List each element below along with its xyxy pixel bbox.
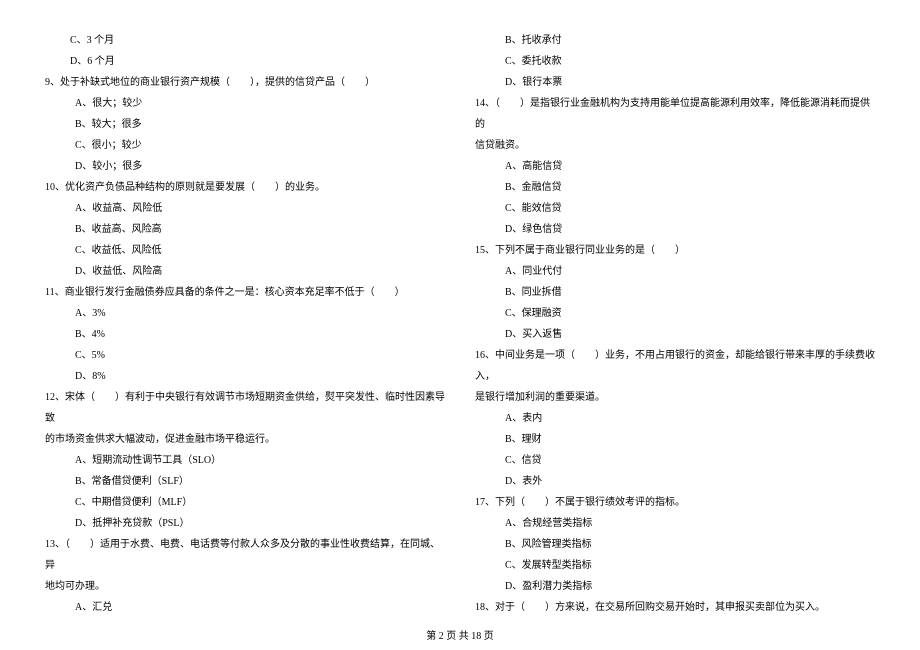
q9-opt-a: A、很大；较少 <box>45 93 445 114</box>
q13-opt-d: D、银行本票 <box>475 72 875 93</box>
q14-opt-d: D、绿色信贷 <box>475 219 875 240</box>
q13-opt-a: A、汇兑 <box>45 597 445 618</box>
q18-stem: 18、对于（ ）方来说，在交易所回购交易开始时，其申报买卖部位为买入。 <box>475 597 875 618</box>
q14-opt-a: A、高能信贷 <box>475 156 875 177</box>
q13-stem-1: 13、（ ）适用于水费、电费、电话费等付款人众多及分散的事业性收费结算，在同城、… <box>45 534 445 576</box>
q10-opt-d: D、收益低、风险高 <box>45 261 445 282</box>
q11-opt-d: D、8% <box>45 366 445 387</box>
q8-opt-c: C、3 个月 <box>45 30 445 51</box>
q9-opt-c: C、很小；较少 <box>45 135 445 156</box>
q15-opt-a: A、同业代付 <box>475 261 875 282</box>
q17-opt-d: D、盈利潜力类指标 <box>475 576 875 597</box>
q12-opt-b: B、常备借贷便利（SLF） <box>45 471 445 492</box>
q9-opt-d: D、较小；很多 <box>45 156 445 177</box>
page-footer: 第 2 页 共 18 页 <box>0 627 920 642</box>
q12-stem-1: 12、宋体（ ）有利于中央银行有效调节市场短期资金供给，熨平突发性、临时性因素导… <box>45 387 445 429</box>
q14-opt-c: C、能效信贷 <box>475 198 875 219</box>
q13-opt-c: C、委托收款 <box>475 51 875 72</box>
q11-opt-a: A、3% <box>45 303 445 324</box>
q16-opt-d: D、表外 <box>475 471 875 492</box>
q8-opt-d: D、6 个月 <box>45 51 445 72</box>
q17-opt-b: B、风险管理类指标 <box>475 534 875 555</box>
q15-stem: 15、下列不属于商业银行同业业务的是（ ） <box>475 240 875 261</box>
q16-opt-c: C、信贷 <box>475 450 875 471</box>
q15-opt-b: B、同业拆借 <box>475 282 875 303</box>
q11-opt-b: B、4% <box>45 324 445 345</box>
q13-stem-2: 地均可办理。 <box>45 576 445 597</box>
q10-opt-b: B、收益高、风险高 <box>45 219 445 240</box>
q12-opt-a: A、短期流动性调节工具（SLO） <box>45 450 445 471</box>
q11-opt-c: C、5% <box>45 345 445 366</box>
q14-stem-2: 信贷融资。 <box>475 135 875 156</box>
q14-stem-1: 14、（ ）是指银行业金融机构为支持用能单位提高能源利用效率，降低能源消耗而提供… <box>475 93 875 135</box>
q10-opt-a: A、收益高、风险低 <box>45 198 445 219</box>
q16-opt-a: A、表内 <box>475 408 875 429</box>
q16-opt-b: B、理财 <box>475 429 875 450</box>
q17-opt-c: C、发展转型类指标 <box>475 555 875 576</box>
q17-stem: 17、下列（ ）不属于银行绩效考评的指标。 <box>475 492 875 513</box>
q17-opt-a: A、合规经营类指标 <box>475 513 875 534</box>
q10-stem: 10、优化资产负债品种结构的原则就是要发展（ ）的业务。 <box>45 177 445 198</box>
q12-opt-c: C、中期借贷便利（MLF） <box>45 492 445 513</box>
q9-opt-b: B、较大；很多 <box>45 114 445 135</box>
q12-stem-2: 的市场资金供求大幅波动，促进金融市场平稳运行。 <box>45 429 445 450</box>
q16-stem-2: 是银行增加利润的重要渠道。 <box>475 387 875 408</box>
left-column: C、3 个月 D、6 个月 9、处于补缺式地位的商业银行资产规模（ ），提供的信… <box>45 30 445 618</box>
q13-opt-b: B、托收承付 <box>475 30 875 51</box>
q10-opt-c: C、收益低、风险低 <box>45 240 445 261</box>
q15-opt-c: C、保理融资 <box>475 303 875 324</box>
q12-opt-d: D、抵押补充贷款（PSL） <box>45 513 445 534</box>
q15-opt-d: D、买入返售 <box>475 324 875 345</box>
q14-opt-b: B、金融信贷 <box>475 177 875 198</box>
q11-stem: 11、商业银行发行金融债券应具备的条件之一是：核心资本充足率不低于（ ） <box>45 282 445 303</box>
q16-stem-1: 16、中间业务是一项（ ）业务，不用占用银行的资金，却能给银行带来丰厚的手续费收… <box>475 345 875 387</box>
q9-stem: 9、处于补缺式地位的商业银行资产规模（ ），提供的信贷产品（ ） <box>45 72 445 93</box>
right-column: B、托收承付 C、委托收款 D、银行本票 14、（ ）是指银行业金融机构为支持用… <box>475 30 875 618</box>
